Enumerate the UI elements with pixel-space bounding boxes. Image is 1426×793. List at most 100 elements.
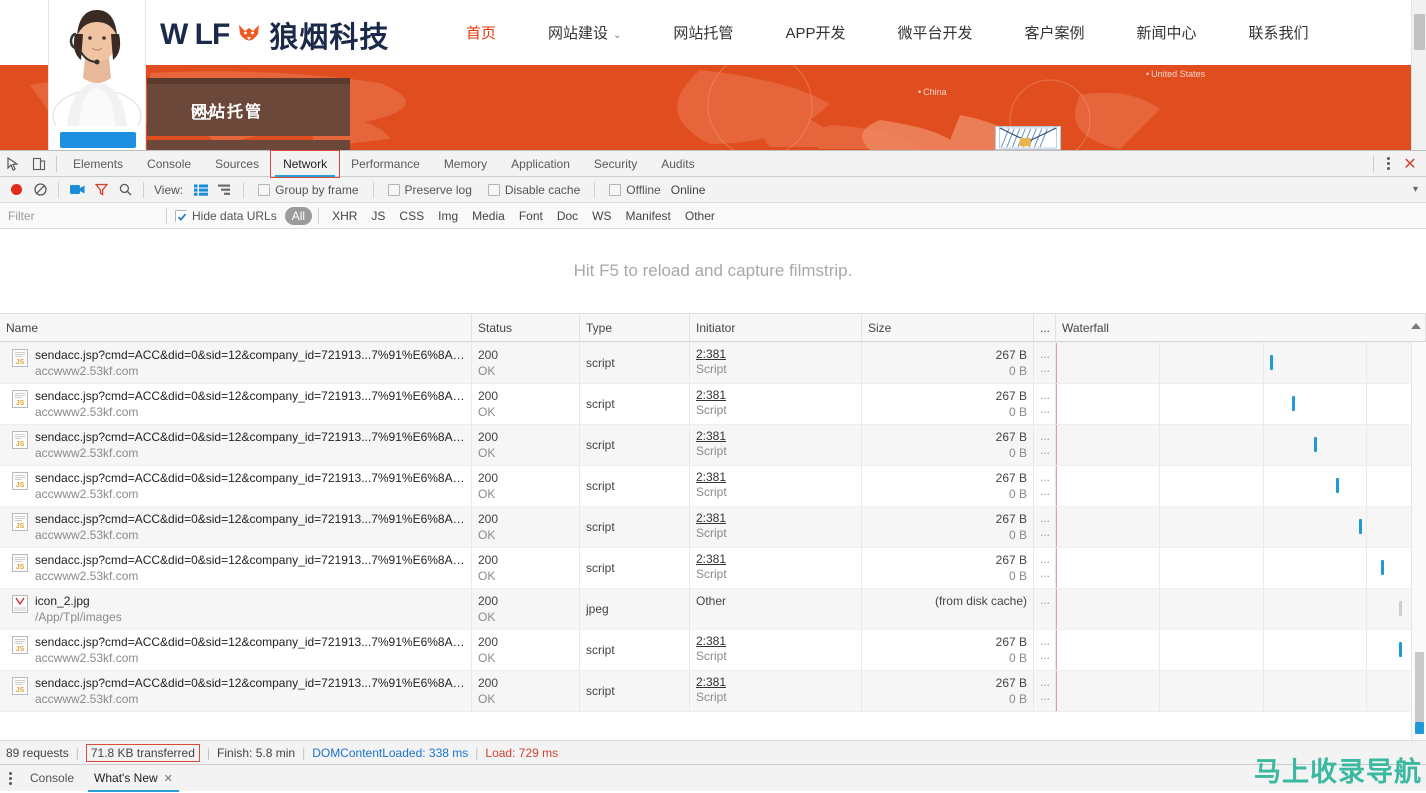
- waterfall-bar[interactable]: [1381, 560, 1384, 575]
- cell-initiator: 2:381Script: [690, 425, 862, 465]
- waterfall-bar[interactable]: [1314, 437, 1317, 452]
- tab-audits[interactable]: Audits: [649, 151, 706, 177]
- filter-input[interactable]: [0, 203, 160, 229]
- nav-item-4[interactable]: 微平台开发: [871, 22, 998, 43]
- waterfall-bar[interactable]: [1359, 519, 1362, 534]
- page-scrollbar-thumb[interactable]: [1414, 14, 1425, 50]
- filter-chip-xhr[interactable]: XHR: [325, 207, 364, 225]
- hosting-promo-card[interactable]: 网站托管: [147, 78, 350, 136]
- throttling-select[interactable]: Online: [671, 183, 706, 197]
- table-row[interactable]: JSsendacc.jsp?cmd=ACC&did=0&sid=12&compa…: [0, 548, 1426, 589]
- filter-funnel-icon[interactable]: [89, 178, 113, 202]
- filter-chip-manifest[interactable]: Manifest: [619, 207, 678, 225]
- column-header-size[interactable]: Size: [862, 314, 1034, 341]
- filter-chip-css[interactable]: CSS: [392, 207, 431, 225]
- tab-application[interactable]: Application: [499, 151, 582, 177]
- cell-initiator-primary[interactable]: 2:381: [696, 470, 855, 484]
- hosting-promo-card-next[interactable]: [147, 140, 350, 150]
- filter-chip-doc[interactable]: Doc: [550, 207, 585, 225]
- nav-item-1[interactable]: 网站建设⌄: [522, 22, 647, 43]
- page-scrollbar[interactable]: [1411, 0, 1426, 150]
- drawer-more-menu-icon[interactable]: [0, 765, 20, 792]
- waterfall-bar[interactable]: [1292, 396, 1295, 411]
- preserve-log-checkbox[interactable]: Preserve log: [388, 183, 472, 197]
- drawer-tab-label: Console: [30, 771, 74, 785]
- search-icon[interactable]: [113, 178, 137, 202]
- toolbar-overflow-caret-icon[interactable]: ▾: [1413, 184, 1418, 195]
- devtools-more-menu-icon[interactable]: [1378, 151, 1398, 177]
- disable-cache-checkbox[interactable]: Disable cache: [488, 183, 580, 197]
- nav-item-3[interactable]: APP开发: [759, 22, 871, 43]
- waterfall-bar[interactable]: [1399, 601, 1402, 616]
- service-agent-panel[interactable]: [48, 0, 146, 150]
- waterfall-bar[interactable]: [1336, 478, 1339, 493]
- request-name: sendacc.jsp?cmd=ACC&did=0&sid=12&company…: [35, 634, 465, 650]
- cell-initiator: 2:381Script: [690, 466, 862, 506]
- cell-initiator-primary[interactable]: 2:381: [696, 388, 855, 402]
- table-row[interactable]: JSsendacc.jsp?cmd=ACC&did=0&sid=12&compa…: [0, 671, 1426, 712]
- nav-item-2[interactable]: 网站托管: [647, 22, 759, 43]
- table-row[interactable]: JSsendacc.jsp?cmd=ACC&did=0&sid=12&compa…: [0, 466, 1426, 507]
- nav-item-5[interactable]: 客户案例: [998, 22, 1110, 43]
- sort-arrow-icon[interactable]: [1411, 323, 1421, 329]
- column-header-initiator[interactable]: Initiator: [690, 314, 862, 341]
- clear-button[interactable]: [28, 178, 52, 202]
- nav-item-0[interactable]: 首页: [440, 22, 522, 43]
- view-list-icon[interactable]: [189, 178, 213, 202]
- table-row[interactable]: JSsendacc.jsp?cmd=ACC&did=0&sid=12&compa…: [0, 507, 1426, 548]
- requests-scrollbar-thumb[interactable]: [1415, 652, 1424, 722]
- table-row[interactable]: JSsendacc.jsp?cmd=ACC&did=0&sid=12&compa…: [0, 384, 1426, 425]
- filter-chip-all[interactable]: All: [285, 207, 312, 225]
- filter-chip-other[interactable]: Other: [678, 207, 722, 225]
- waterfall-bar[interactable]: [1270, 355, 1273, 370]
- tab-security[interactable]: Security: [582, 151, 649, 177]
- filter-chip-media[interactable]: Media: [465, 207, 512, 225]
- drawer-tab-console[interactable]: Console: [20, 765, 84, 792]
- filter-chip-ws[interactable]: WS: [585, 207, 618, 225]
- device-toolbar-icon[interactable]: [26, 151, 52, 177]
- requests-scrollbar[interactable]: [1411, 342, 1426, 740]
- cell-initiator-primary[interactable]: 2:381: [696, 675, 855, 689]
- inspect-element-icon[interactable]: [0, 151, 26, 177]
- table-row[interactable]: icon_2.jpg/App/Tpl/images200OKjpegOther(…: [0, 589, 1426, 630]
- column-header-waterfall[interactable]: Waterfall: [1056, 314, 1426, 341]
- hide-data-urls-checkbox[interactable]: Hide data URLs: [175, 209, 277, 223]
- table-row[interactable]: JSsendacc.jsp?cmd=ACC&did=0&sid=12&compa…: [0, 343, 1426, 384]
- cell-initiator-primary[interactable]: 2:381: [696, 347, 855, 361]
- close-icon[interactable]: ✕: [164, 773, 173, 785]
- tab-elements[interactable]: Elements: [61, 151, 135, 177]
- record-button[interactable]: [4, 178, 28, 202]
- close-devtools-icon[interactable]: ✕: [1398, 151, 1422, 177]
- view-waterfall-icon[interactable]: [213, 178, 237, 202]
- nav-item-7[interactable]: 联系我们: [1223, 22, 1335, 43]
- table-row[interactable]: JSsendacc.jsp?cmd=ACC&did=0&sid=12&compa…: [0, 630, 1426, 671]
- cell-initiator-primary[interactable]: 2:381: [696, 552, 855, 566]
- column-header-type[interactable]: Type: [580, 314, 690, 341]
- drawer-tab-what-s-new[interactable]: What's New✕: [84, 765, 183, 792]
- column-header-name[interactable]: Name: [0, 314, 472, 341]
- cell-initiator-primary[interactable]: 2:381: [696, 429, 855, 443]
- cell-name: JSsendacc.jsp?cmd=ACC&did=0&sid=12&compa…: [0, 507, 472, 547]
- cell-initiator-primary[interactable]: 2:381: [696, 634, 855, 648]
- waterfall-bar[interactable]: [1399, 642, 1402, 657]
- table-row[interactable]: JSsendacc.jsp?cmd=ACC&did=0&sid=12&compa…: [0, 425, 1426, 466]
- cell-initiator-primary[interactable]: 2:381: [696, 511, 855, 525]
- site-logo[interactable]: W LF 狼烟科技: [160, 14, 389, 56]
- capture-screenshots-icon[interactable]: [65, 178, 89, 202]
- crown-icon: [191, 104, 213, 120]
- filter-chip-font[interactable]: Font: [512, 207, 550, 225]
- tab-performance[interactable]: Performance: [339, 151, 432, 177]
- tab-network[interactable]: Network: [271, 151, 339, 177]
- tab-console[interactable]: Console: [135, 151, 203, 177]
- offline-checkbox[interactable]: Offline: [609, 183, 660, 197]
- agent-action-button[interactable]: [60, 132, 136, 148]
- tab-sources[interactable]: Sources: [203, 151, 271, 177]
- group-by-frame-checkbox[interactable]: Group by frame: [258, 183, 358, 197]
- nav-item-label: 新闻中心: [1136, 25, 1196, 42]
- column-header-status[interactable]: Status: [472, 314, 580, 341]
- filter-chip-js[interactable]: JS: [364, 207, 392, 225]
- tab-memory[interactable]: Memory: [432, 151, 499, 177]
- column-header--[interactable]: ...: [1034, 314, 1056, 341]
- nav-item-6[interactable]: 新闻中心: [1110, 22, 1222, 43]
- filter-chip-img[interactable]: Img: [431, 207, 465, 225]
